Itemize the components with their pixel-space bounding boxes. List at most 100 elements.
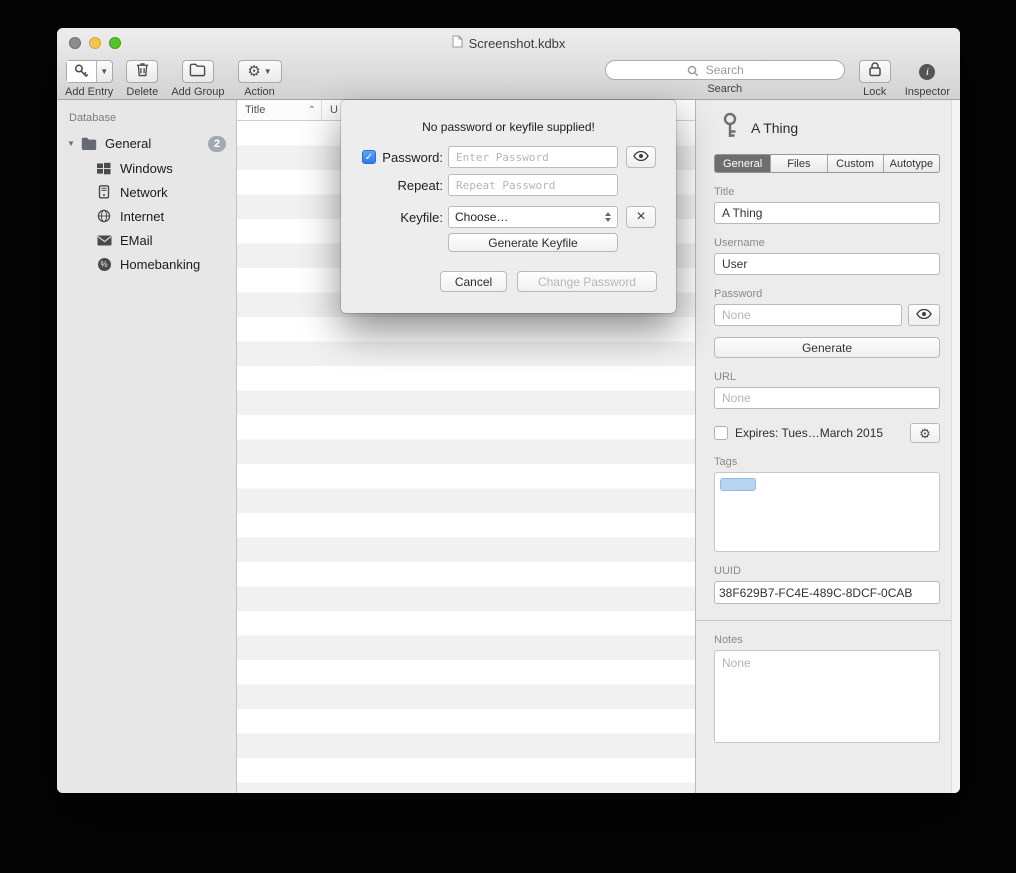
- tab-autotype[interactable]: Autotype: [883, 155, 939, 172]
- action-button[interactable]: ⚙ ▼: [238, 60, 282, 83]
- lock-item: Lock: [859, 60, 891, 98]
- padlock-icon: [868, 61, 882, 82]
- search-item: Search: [605, 60, 845, 95]
- lock-label: Lock: [863, 86, 886, 98]
- gear-icon: ⚙: [247, 64, 260, 79]
- delete-button[interactable]: [126, 60, 158, 83]
- change-password-dialog: No password or keyfile supplied! ✓ Passw…: [341, 100, 676, 313]
- info-icon: i: [919, 64, 935, 80]
- reveal-password-button[interactable]: [908, 304, 940, 326]
- url-field[interactable]: [714, 387, 940, 409]
- sidebar-item-label: Internet: [120, 209, 164, 224]
- key-plus-icon: [67, 61, 97, 82]
- keyfile-label: Keyfile:: [377, 210, 443, 225]
- tags-field[interactable]: [714, 472, 940, 552]
- close-icon: ×: [636, 209, 645, 225]
- chevron-down-icon[interactable]: ▼: [97, 61, 112, 82]
- sidebar-item-label: EMail: [120, 233, 153, 248]
- chevron-down-icon: ▼: [264, 67, 272, 76]
- column-header-title[interactable]: Title ⌃: [237, 100, 322, 120]
- repeat-label: Repeat:: [377, 178, 443, 193]
- coin-icon: %: [96, 258, 112, 271]
- add-group-button[interactable]: [182, 60, 214, 83]
- tab-files[interactable]: Files: [770, 155, 826, 172]
- lock-button[interactable]: [859, 60, 891, 83]
- envelope-icon: [96, 235, 112, 246]
- windows-icon: [96, 162, 112, 175]
- tags-label: Tags: [714, 456, 940, 468]
- sidebar-item-label: Network: [120, 185, 168, 200]
- add-entry-item: ▼ Add Entry: [65, 60, 113, 98]
- expires-checkbox[interactable]: [714, 426, 728, 440]
- folder-plus-icon: [189, 62, 206, 82]
- delete-item: Delete: [126, 60, 158, 98]
- reveal-password-button[interactable]: [626, 146, 656, 168]
- entry-title: A Thing: [751, 120, 798, 136]
- generate-keyfile-button[interactable]: Generate Keyfile: [448, 233, 618, 252]
- sidebar-section-header: Database: [57, 106, 236, 131]
- notes-label: Notes: [714, 634, 940, 646]
- uuid-label: UUID: [714, 565, 940, 577]
- add-group-label: Add Group: [171, 86, 224, 98]
- window-header: Screenshot.kdbx ▼ Add Entry: [57, 28, 960, 100]
- cancel-button[interactable]: Cancel: [440, 271, 507, 292]
- entry-header: A Thing: [720, 114, 940, 142]
- stepper-icon: [605, 212, 611, 222]
- clear-keyfile-button[interactable]: ×: [626, 206, 656, 228]
- tab-custom[interactable]: Custom: [827, 155, 883, 172]
- toolbar-left: ▼ Add Entry Delete: [65, 60, 282, 98]
- keyfile-value: Choose…: [455, 210, 508, 224]
- tab-general[interactable]: General: [715, 155, 770, 172]
- trash-icon: [135, 61, 150, 82]
- keyfile-select[interactable]: Choose…: [448, 206, 618, 228]
- password-label: Password:: [377, 150, 443, 165]
- password-checkbox[interactable]: ✓: [362, 150, 376, 164]
- disclosure-triangle-icon[interactable]: ▼: [67, 139, 81, 148]
- sidebar-item-label: Windows: [120, 161, 173, 176]
- add-group-item: Add Group: [171, 60, 224, 98]
- dialog-message: No password or keyfile supplied!: [341, 120, 676, 134]
- inspector-label: Inspector: [905, 86, 950, 98]
- sidebar-group-general[interactable]: ▼ General 2: [57, 131, 236, 156]
- sort-ascending-icon: ⌃: [308, 105, 316, 116]
- desktop: Screenshot.kdbx ▼ Add Entry: [0, 0, 1016, 873]
- entry-count-badge: 2: [208, 136, 226, 152]
- repeat-input[interactable]: [448, 174, 618, 196]
- search-label: Search: [707, 83, 742, 95]
- title-field[interactable]: [714, 202, 940, 224]
- password-input[interactable]: [448, 146, 618, 168]
- expires-label: Expires: Tues…March 2015: [735, 426, 883, 440]
- column-header-username[interactable]: U: [322, 104, 338, 116]
- toolbar-right: Search Lock i Inspector: [605, 60, 950, 98]
- group-label: General: [105, 136, 208, 151]
- folder-icon: [81, 137, 97, 150]
- sidebar: Database ▼ General 2 Windows: [57, 100, 237, 793]
- app-window: Screenshot.kdbx ▼ Add Entry: [57, 28, 960, 793]
- sidebar-item-internet[interactable]: Internet: [57, 204, 236, 228]
- titlebar[interactable]: Screenshot.kdbx: [57, 35, 960, 51]
- username-field[interactable]: [714, 253, 940, 275]
- url-label: URL: [714, 371, 940, 383]
- eye-icon: [633, 148, 649, 166]
- password-field[interactable]: [714, 304, 902, 326]
- scrollbar-track[interactable]: [951, 100, 960, 793]
- sidebar-item-email[interactable]: EMail: [57, 228, 236, 252]
- tag-chip[interactable]: [720, 478, 756, 491]
- generate-password-button[interactable]: Generate: [714, 337, 940, 358]
- sidebar-item-network[interactable]: Network: [57, 180, 236, 204]
- sidebar-item-windows[interactable]: Windows: [57, 156, 236, 180]
- password-label: Password: [714, 288, 940, 300]
- username-label: Username: [714, 237, 940, 249]
- sidebar-item-homebanking[interactable]: % Homebanking: [57, 252, 236, 276]
- action-item: ⚙ ▼ Action: [238, 60, 282, 98]
- inspector-button[interactable]: i: [910, 60, 944, 83]
- monitor-icon: [96, 185, 112, 199]
- add-entry-button[interactable]: ▼: [66, 60, 113, 83]
- uuid-field[interactable]: [714, 581, 940, 604]
- search-input[interactable]: [605, 60, 845, 80]
- notes-field[interactable]: None: [714, 650, 940, 743]
- title-label: Title: [714, 186, 940, 198]
- expires-settings-button[interactable]: ⚙: [910, 423, 940, 443]
- change-password-button[interactable]: Change Password: [517, 271, 657, 292]
- gear-icon: ⚙: [919, 427, 931, 440]
